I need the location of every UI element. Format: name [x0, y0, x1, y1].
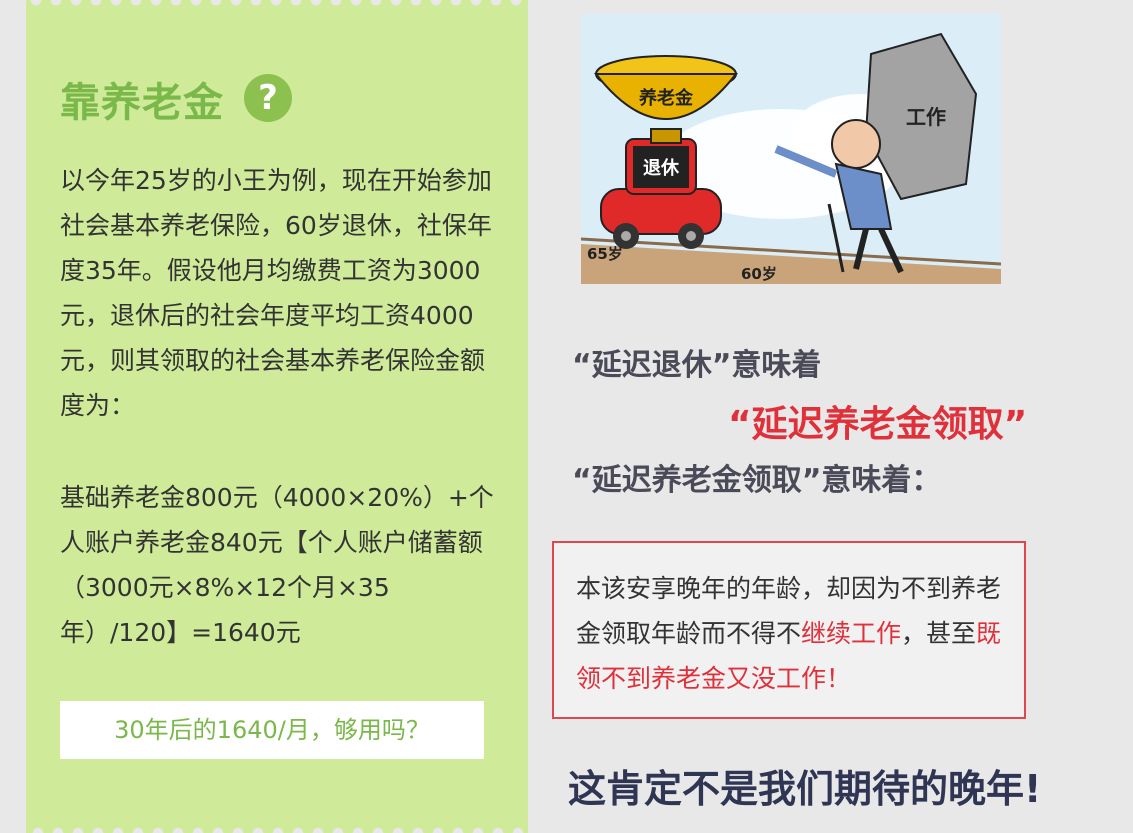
- age-60-label: 60岁: [741, 265, 777, 283]
- notice-text: 本该安享晚年的年龄，却因为不到养老金领取年龄而不得不继续工作，甚至既领不到养老金…: [576, 574, 1002, 693]
- headline-delay-retire: “延迟退休”意味着: [572, 348, 822, 383]
- headline-delay-pension: “延迟养老金领取”: [728, 404, 1028, 445]
- bowl-label: 养老金: [638, 87, 694, 109]
- rock-label: 工作: [906, 105, 946, 129]
- car-label: 退休: [643, 157, 680, 179]
- card-title: 靠养老金: [60, 80, 224, 126]
- conclusion-text: 这肯定不是我们期待的晚年!: [568, 767, 1042, 811]
- notice-box: 本该安享晚年的年龄，却因为不到养老金领取年龄而不得不继续工作，甚至既领不到养老金…: [552, 541, 1026, 719]
- cartoon-illustration: 退休 养老金 工作 65岁 60岁: [581, 14, 1001, 284]
- cartoon-svg: 退休 养老金 工作 65岁 60岁: [581, 14, 1001, 284]
- question-box: 30年后的1640/月，够用吗？: [60, 701, 484, 759]
- example-paragraph: 以今年25岁的小王为例，现在开始参加社会基本养老保险，60岁退休，社保年度35年…: [60, 166, 492, 420]
- info-card: 靠养老金 ? 以今年25岁的小王为例，现在开始参加社会基本养老保险，60岁退休，…: [26, 0, 528, 833]
- question-mark-icon: ?: [244, 74, 292, 122]
- highlight-continue-work: 继续工作: [801, 619, 902, 648]
- age-65-label: 65岁: [587, 245, 623, 263]
- headline-delay-pension-means: “延迟养老金领取”意味着：: [572, 463, 942, 498]
- formula-paragraph: 基础养老金800元（4000×20%）+个人账户养老金840元【个人账户储蓄额（…: [60, 483, 494, 647]
